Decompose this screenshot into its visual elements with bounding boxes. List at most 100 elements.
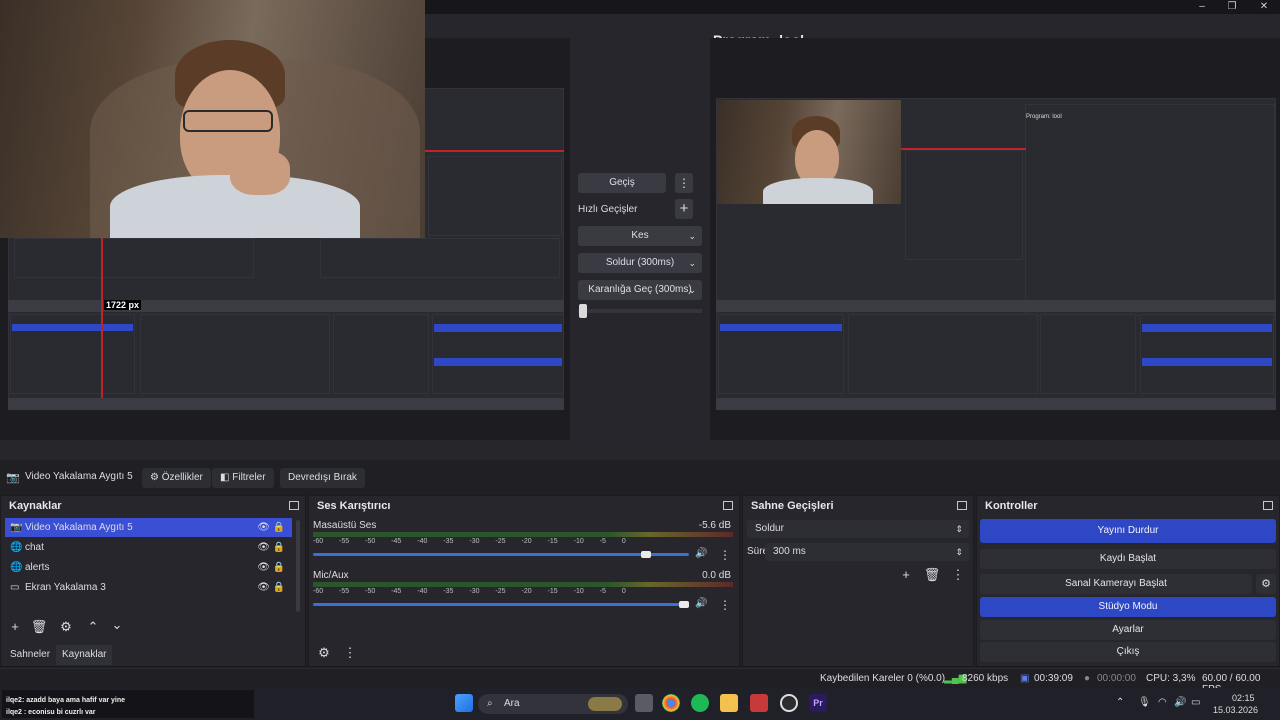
wifi-icon[interactable]: ◠ [1158,697,1167,708]
undock-icon[interactable] [723,501,733,510]
trash-icon[interactable]: 🗑 [923,566,941,584]
volume-icon[interactable]: 🔊 [1174,697,1186,708]
taskbar-time: 02:15 [1232,693,1255,703]
close-button[interactable]: ✕ [1250,0,1278,14]
lock-icon[interactable]: 🔒 [273,578,285,597]
app-icon[interactable] [750,694,768,712]
transition-select-value: Soldur [755,523,784,534]
eye-icon[interactable]: 👁 [257,518,270,537]
lock-icon[interactable]: 🔒 [273,558,285,577]
chevron-down-icon[interactable]: ⌄ [108,616,126,634]
undock-icon[interactable] [1263,501,1273,510]
settings-button[interactable]: Ayarlar [980,620,1276,640]
source-item-label: Ekran Yakalama 3 [25,582,106,593]
trash-icon[interactable]: 🗑 [30,618,48,636]
add-source-button[interactable]: + [6,618,24,636]
sources-panel: Kaynaklar 📷 Video Yakalama Aygıtı 5 👁 🔒 … [0,495,306,667]
globe-icon: 🌐 [10,542,23,553]
program-person-shirt [763,178,873,204]
taskbar-search-label: Ara [504,698,520,709]
more-icon[interactable]: ⋮ [719,598,731,612]
lock-icon[interactable]: 🔒 [273,518,285,537]
record-time: 00:00:00 [1097,673,1136,684]
stream-time: 00:39:09 [1034,673,1073,684]
transition-button[interactable]: Geçiş [578,173,666,193]
spinner-icon: ⇕ [955,547,963,557]
exit-button[interactable]: Çıkış [980,642,1276,662]
volume-slider[interactable] [313,603,689,606]
stop-stream-button[interactable]: Yayını Durdur [980,519,1276,543]
deactivate-button[interactable]: Devredışı Bırak [280,468,365,488]
battery-icon[interactable]: ▭ [1191,697,1200,708]
dropped-frames: Kaybedilen Kareler 0 (%0.0) [820,673,946,684]
maximize-button[interactable]: ❐ [1218,0,1246,14]
eye-icon[interactable]: 👁 [257,538,270,557]
add-transition-button[interactable]: + [897,566,915,584]
undock-icon[interactable] [289,501,299,510]
transition-select[interactable]: Soldur ⇕ [747,520,969,538]
eye-icon[interactable]: 👁 [257,578,270,597]
undock-icon[interactable] [957,501,967,510]
gear-icon[interactable]: ⚙ [1256,574,1276,594]
windows-start-icon[interactable] [455,694,473,712]
gear-icon: ⚙ [150,472,159,483]
add-quick-transition-button[interactable]: + [675,199,693,219]
properties-button[interactable]: ⚙ Özellikler [142,468,211,488]
studio-mode-button[interactable]: Stüdyo Modu [980,597,1276,617]
chevron-up-icon[interactable]: ⌃ [84,618,102,636]
camera-icon: 📷 [10,522,23,533]
volume-slider-handle[interactable] [679,601,689,608]
t-bar-handle[interactable] [579,304,587,318]
taskbar-search[interactable]: ⌕ Ara [478,694,628,714]
start-recording-button[interactable]: Kaydı Başlat [980,549,1276,569]
more-icon[interactable]: ⋮ [949,566,967,584]
transitions-title: Sahne Geçişleri [751,500,834,512]
filters-button[interactable]: ◧ Filtreler [212,468,274,488]
file-explorer-icon[interactable] [720,694,738,712]
speaker-icon[interactable]: 🔊 [695,548,707,559]
channel-name: Mic/Aux [313,570,349,581]
minimize-button[interactable]: – [1188,0,1216,14]
source-item-screen-capture[interactable]: ▭ Ekran Yakalama 3 👁 🔒 [5,578,292,597]
source-item-chat[interactable]: 🌐 chat 👁 🔒 [5,538,292,557]
eye-icon[interactable]: 👁 [257,558,270,577]
spotify-icon[interactable] [691,694,709,712]
lock-icon[interactable]: 🔒 [273,538,285,557]
source-item-video-capture[interactable]: 📷 Video Yakalama Aygıtı 5 👁 🔒 [5,518,292,537]
volume-slider[interactable] [313,553,689,556]
duration-input[interactable]: 300 ms ⇕ [765,543,969,561]
volume-slider-handle[interactable] [641,551,652,558]
sources-scrollbar[interactable] [296,520,300,612]
start-virtual-camera-button[interactable]: Sanal Kamerayı Başlat [980,574,1252,594]
scene-transitions-panel: Sahne Geçişleri Soldur ⇕ Süre 300 ms ⇕ +… [742,495,974,667]
microphone-icon[interactable]: 🎙 [1138,697,1151,708]
premiere-icon[interactable]: Pr [809,694,827,712]
t-bar-track[interactable] [578,309,702,313]
tab-scenes[interactable]: Sahneler [4,645,56,665]
source-item-alerts[interactable]: 🌐 alerts 👁 🔒 [5,558,292,577]
more-icon[interactable]: ⋮ [341,644,359,662]
speaker-icon[interactable]: 🔊 [695,598,707,609]
quick-transition-fade-to-black-label: Karanlığa Geç (300ms) [588,284,692,295]
chat-line: ilqe2: azadd baya ama hafif var yine [6,697,126,704]
nested-selected-source [12,324,133,331]
program-nested-preview [905,150,1023,260]
nested-red-line [424,150,564,152]
chevron-up-icon[interactable]: ⌃ [1116,697,1124,708]
quick-transition-cut[interactable]: Kes ⌄ [578,226,702,246]
chrome-icon[interactable] [662,694,680,712]
program-red-line [900,148,1026,150]
nested-audio-area [14,238,254,278]
program-nested-title: Program: lool [1026,114,1062,120]
obs-icon[interactable] [780,694,798,712]
task-view-icon[interactable] [635,694,653,712]
transition-more-button[interactable]: ⋮ [675,173,693,193]
mixer-gear-icon[interactable]: ⚙ [315,644,333,662]
quick-transition-fade-to-black[interactable]: Karanlığa Geç (300ms) ⌄ [578,280,702,300]
search-highlight-icon [588,697,622,711]
gear-icon[interactable]: ⚙ [57,618,75,636]
quick-transition-fade[interactable]: Soldur (300ms) ⌄ [578,253,702,273]
more-icon[interactable]: ⋮ [719,548,731,562]
tab-sources[interactable]: Kaynaklar [56,645,113,665]
program-nested-taskbar [716,398,1276,410]
